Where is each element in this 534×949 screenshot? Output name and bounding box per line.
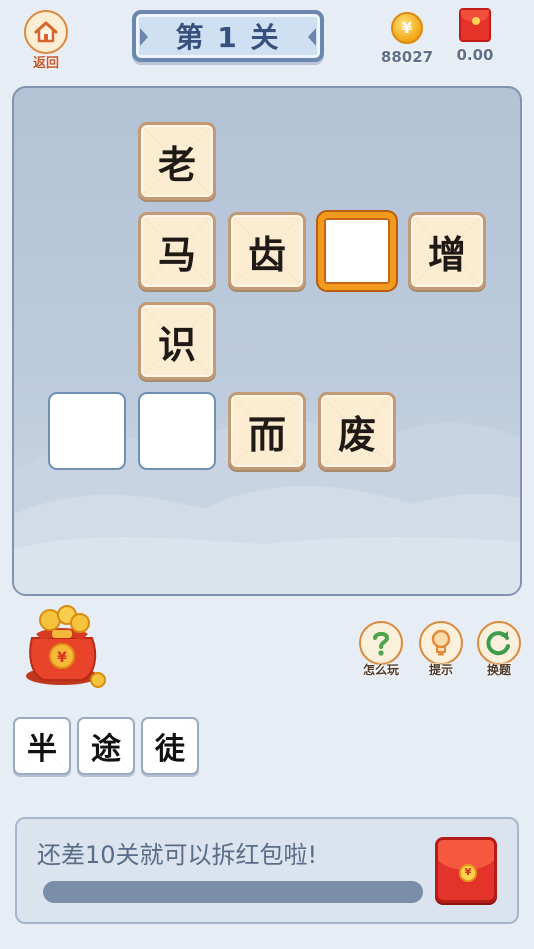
progress-message: 还差10关就可以拆红包啦! xyxy=(37,841,318,869)
level-banner: 第 1 关 xyxy=(132,10,324,62)
lucky-bag-icon[interactable]: ¥ xyxy=(22,604,110,690)
coin-count: 88027 xyxy=(380,48,434,66)
home-icon xyxy=(24,10,68,54)
level-title: 第 1 关 xyxy=(175,21,281,54)
question-icon xyxy=(359,621,403,665)
how-to-play-button[interactable]: 怎么玩 xyxy=(356,621,406,678)
grid-tile-fei: 废 xyxy=(318,392,396,470)
grid-blank[interactable] xyxy=(48,392,126,470)
grid-blank-selected[interactable] xyxy=(318,212,396,290)
red-packet-seal: ¥ xyxy=(459,864,477,882)
red-packet-icon[interactable]: ¥ xyxy=(435,837,497,903)
coin-icon: ¥ xyxy=(391,12,423,44)
grid-blank[interactable] xyxy=(138,392,216,470)
grid-tile-shi: 识 xyxy=(138,302,216,380)
svg-text:¥: ¥ xyxy=(57,650,67,666)
candidate-char[interactable]: 徒 xyxy=(141,717,199,775)
grid-tile-ma: 马 xyxy=(138,212,216,290)
change-puzzle-label: 换题 xyxy=(486,663,511,677)
lightbulb-icon xyxy=(419,621,463,665)
puzzle-board: 老 马 齿 增 识 而 废 xyxy=(12,86,522,596)
grid-tile-lao: 老 xyxy=(138,122,216,200)
red-packet-balance[interactable]: 0.00 xyxy=(452,8,498,64)
candidate-char[interactable]: 途 xyxy=(77,717,135,775)
red-packet-progress-card: 还差10关就可以拆红包啦! ¥ xyxy=(15,817,519,924)
refresh-icon xyxy=(477,621,521,665)
banner-left-notch xyxy=(140,28,148,46)
red-packet-amount: 0.00 xyxy=(456,46,494,64)
grid-tile-zeng: 增 xyxy=(408,212,486,290)
grid-tile-chi: 齿 xyxy=(228,212,306,290)
back-button[interactable]: 返回 xyxy=(22,10,70,71)
back-label: 返回 xyxy=(32,56,59,71)
how-to-play-label: 怎么玩 xyxy=(362,663,399,677)
banner-right-notch xyxy=(308,28,316,46)
candidate-char[interactable]: 半 xyxy=(13,717,71,775)
red-packet-icon xyxy=(459,8,491,42)
grid-tile-er: 而 xyxy=(228,392,306,470)
change-puzzle-button[interactable]: 换题 xyxy=(474,621,524,678)
hint-label: 提示 xyxy=(428,663,453,677)
progress-bar xyxy=(43,881,423,903)
coin-balance: ¥ 88027 xyxy=(380,10,434,66)
hint-button[interactable]: 提示 xyxy=(416,621,466,678)
